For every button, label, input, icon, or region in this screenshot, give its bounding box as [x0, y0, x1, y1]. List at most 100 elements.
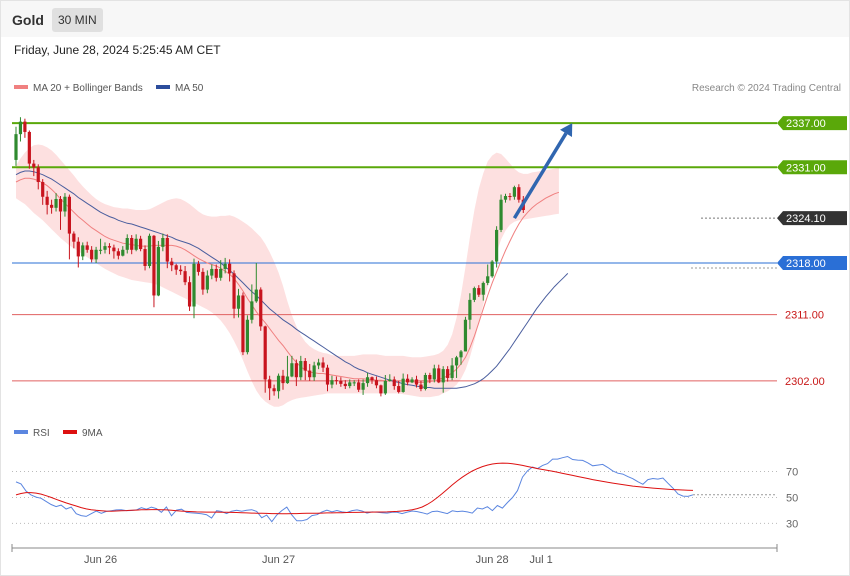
candle-body — [32, 163, 36, 168]
candle-body — [81, 245, 85, 257]
candle-body — [414, 379, 419, 385]
candle-body — [512, 187, 516, 197]
candle-body — [14, 134, 18, 160]
candle-body — [192, 263, 196, 307]
candle-body — [67, 196, 71, 234]
candle-body — [107, 246, 112, 248]
candle — [490, 260, 494, 278]
rsi-lines — [15, 455, 777, 523]
candle-body — [308, 370, 312, 378]
candle-body — [219, 268, 223, 278]
candle-body — [23, 121, 27, 132]
candle-body — [348, 382, 352, 387]
candle-body — [330, 380, 334, 385]
candle-body — [499, 199, 503, 230]
candle-body — [139, 238, 143, 250]
candle-body — [321, 362, 325, 368]
candle-body — [450, 365, 454, 378]
candle — [14, 126, 18, 166]
candle-body — [125, 238, 129, 250]
bb-legend-label: MA 20 + Bollinger Bands — [33, 83, 143, 94]
candle-body — [50, 204, 54, 208]
candle — [499, 194, 503, 233]
candle-body — [383, 380, 387, 394]
candle-body — [490, 261, 494, 277]
candle-body — [36, 167, 40, 183]
candle-body — [147, 235, 152, 266]
candle-body — [365, 377, 370, 384]
candle-body — [508, 196, 512, 198]
rsi-tick-70: 70 — [786, 467, 798, 479]
candle-body — [94, 249, 98, 260]
candle-body — [294, 363, 298, 378]
rsi-tick-50: 50 — [786, 492, 798, 504]
candle-body — [134, 238, 138, 250]
candle — [495, 226, 499, 268]
candle-body — [459, 351, 463, 358]
candle-body — [183, 271, 187, 283]
rsi-ma-legend-swatch — [63, 430, 77, 434]
candle-body — [54, 198, 58, 208]
candle-body — [357, 382, 361, 390]
candle-body — [312, 365, 316, 378]
candle-body — [481, 282, 485, 295]
rsi-ma-legend-label: 9MA — [82, 428, 103, 439]
candle-body — [41, 182, 45, 197]
candle-body — [272, 388, 276, 392]
candle-body — [472, 288, 476, 300]
candle-body — [428, 375, 432, 380]
candle — [463, 316, 468, 352]
candle-body — [90, 249, 94, 260]
candle-body — [495, 229, 499, 262]
candle-body — [374, 380, 379, 386]
rsi-ma-line — [15, 462, 694, 515]
candle-body — [143, 249, 147, 266]
candle — [472, 286, 476, 303]
candle-body — [517, 187, 521, 200]
bb-legend-swatch — [14, 85, 28, 89]
candle-body — [165, 238, 169, 262]
candle-body — [103, 246, 107, 250]
candle — [379, 384, 383, 397]
candle-body — [468, 299, 472, 320]
candle-body — [85, 245, 89, 250]
candle-body — [259, 289, 263, 327]
time-axis: Jun 26 Jun 27 Jun 28 Jul 1 — [11, 544, 778, 566]
candle-body — [432, 368, 436, 380]
candle-body — [325, 367, 330, 385]
price-legend: MA 20 + Bollinger Bands MA 50 Research ©… — [14, 83, 841, 94]
rsi-legend-swatch — [14, 430, 28, 434]
candle-body — [121, 249, 125, 256]
candle-body — [454, 357, 459, 366]
candle-body — [276, 375, 281, 392]
level-label-2324.10: 2324.10 — [786, 213, 826, 225]
level-label-2331.00: 2331.00 — [786, 162, 826, 174]
candle-body — [463, 319, 468, 352]
candle-body — [98, 249, 103, 251]
candle-body — [361, 383, 365, 390]
candle-body — [397, 386, 401, 392]
candle — [245, 315, 249, 355]
candle-body — [205, 275, 209, 290]
candle — [23, 118, 27, 138]
candle-body — [161, 238, 165, 247]
time-tick-label: Jun 26 — [84, 554, 117, 566]
candle-body — [76, 241, 80, 257]
candle-body — [486, 276, 490, 283]
candle-body — [170, 261, 174, 266]
candle-body — [58, 198, 63, 212]
candle-body — [112, 247, 116, 252]
candle-body — [45, 196, 49, 205]
candle — [241, 292, 245, 356]
price-chart[interactable]: MA 20 + Bollinger Bands MA 50 Research ©… — [1, 1, 849, 575]
level-label-2302.00: 2302.00 — [785, 376, 825, 388]
candle — [67, 194, 71, 260]
time-tick-label: Jul 1 — [529, 554, 552, 566]
candle-body — [236, 295, 241, 309]
candle-body — [228, 263, 232, 274]
ma50-legend-label: MA 50 — [175, 83, 204, 94]
candle-body — [214, 268, 218, 278]
candle-body — [223, 263, 227, 269]
candle-body — [317, 362, 321, 366]
candle-body — [18, 121, 23, 135]
